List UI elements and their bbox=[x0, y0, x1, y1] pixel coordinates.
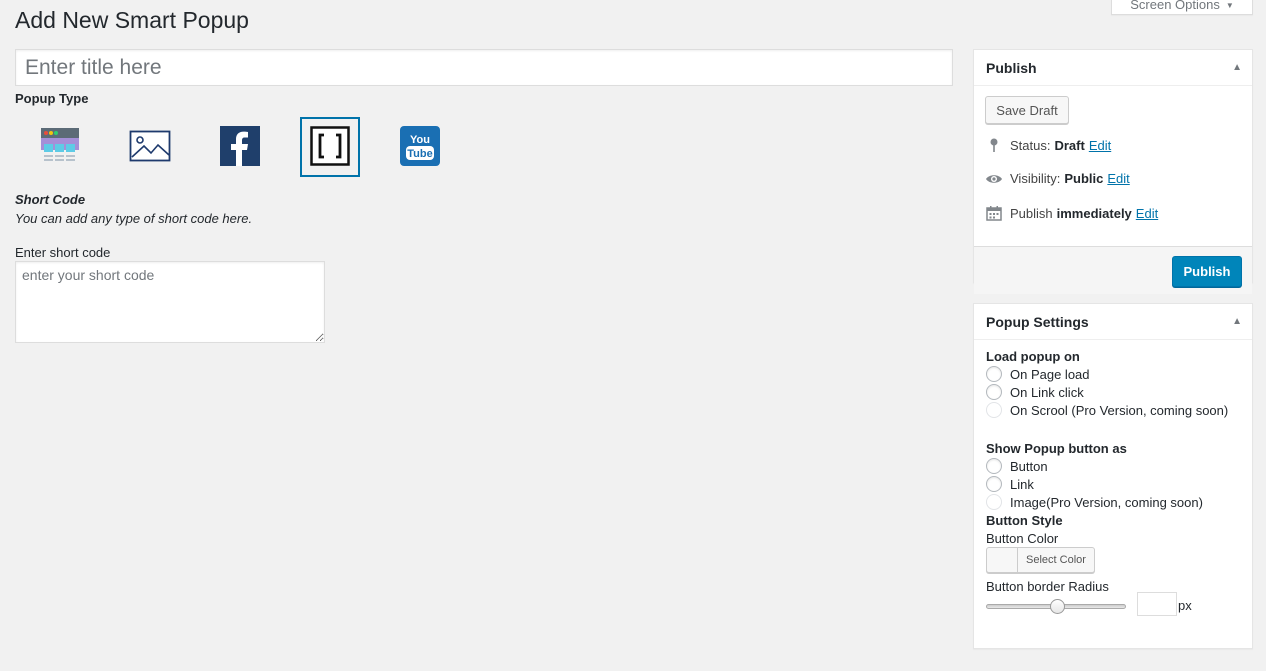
screen-options-label: Screen Options bbox=[1130, 0, 1220, 12]
visibility-row: Visibility: Public Edit bbox=[984, 171, 1130, 186]
button-style-label: Button Style bbox=[986, 513, 1063, 528]
visibility-value: Public bbox=[1064, 171, 1104, 186]
shortcode-brackets-icon bbox=[310, 125, 350, 169]
eye-icon bbox=[984, 173, 1004, 185]
color-swatch bbox=[987, 548, 1018, 572]
edit-status-link[interactable]: Edit bbox=[1089, 138, 1111, 153]
radio-button[interactable] bbox=[986, 384, 1002, 400]
publish-timing-label: Publish bbox=[1010, 205, 1053, 221]
slider-handle[interactable] bbox=[1050, 599, 1065, 614]
load-popup-label: Load popup on bbox=[986, 349, 1080, 364]
popup-type-html[interactable] bbox=[30, 117, 90, 177]
radio-button-disabled bbox=[986, 402, 1002, 418]
visibility-label: Visibility: bbox=[1010, 171, 1061, 186]
radio-label: On Page load bbox=[1010, 366, 1090, 382]
svg-text:Tube: Tube bbox=[407, 148, 432, 160]
show-popup-label: Show Popup button as bbox=[986, 441, 1127, 456]
collapse-toggle-icon[interactable]: ▲ bbox=[1232, 50, 1242, 86]
publish-timing-value: immediately bbox=[1056, 205, 1132, 221]
radio-button[interactable] bbox=[986, 458, 1002, 474]
popup-type-facebook[interactable] bbox=[210, 117, 270, 177]
show-option-image: Image(Pro Version, coming soon) bbox=[986, 494, 1203, 510]
pin-icon bbox=[984, 137, 1004, 153]
shortcode-textarea[interactable] bbox=[15, 261, 325, 343]
calendar-icon bbox=[984, 205, 1004, 221]
load-option-page-load[interactable]: On Page load bbox=[986, 366, 1090, 382]
edit-visibility-link[interactable]: Edit bbox=[1107, 171, 1129, 186]
show-option-button[interactable]: Button bbox=[986, 458, 1048, 474]
publish-button[interactable]: Publish bbox=[1172, 256, 1242, 287]
radio-button[interactable] bbox=[986, 476, 1002, 492]
image-icon bbox=[129, 129, 171, 166]
edit-schedule-link[interactable]: Edit bbox=[1136, 206, 1158, 221]
save-draft-button[interactable]: Save Draft bbox=[985, 96, 1069, 124]
publish-box: Publish ▲ Save Draft Status: Draft Edit … bbox=[973, 49, 1253, 294]
shortcode-description: You can add any type of short code here. bbox=[15, 211, 253, 226]
shortcode-field-label: Enter short code bbox=[15, 245, 111, 260]
publish-box-header[interactable]: Publish ▲ bbox=[974, 50, 1252, 86]
svg-text:You: You bbox=[410, 134, 430, 146]
popup-type-image[interactable] bbox=[120, 117, 180, 177]
border-radius-label: Button border Radius bbox=[986, 579, 1109, 594]
popup-settings-title: Popup Settings bbox=[986, 314, 1089, 330]
status-label: Status: bbox=[1010, 137, 1051, 153]
popup-settings-box: Popup Settings ▲ Load popup on On Page l… bbox=[973, 303, 1253, 649]
border-radius-input[interactable] bbox=[1137, 592, 1177, 616]
status-value: Draft bbox=[1054, 137, 1085, 153]
radio-label: Image(Pro Version, coming soon) bbox=[1010, 494, 1203, 510]
button-color-label: Button Color bbox=[986, 531, 1059, 546]
layout-icon bbox=[40, 126, 80, 169]
screen-options-button[interactable]: Screen Options ▼ bbox=[1111, 0, 1253, 15]
schedule-row: Publish immediately Edit bbox=[984, 205, 1158, 221]
border-radius-slider[interactable] bbox=[986, 599, 1126, 614]
page-title: Add New Smart Popup bbox=[15, 7, 249, 33]
status-row: Status: Draft Edit bbox=[984, 137, 1111, 153]
select-color-label: Select Color bbox=[1026, 554, 1086, 566]
radio-label: On Link click bbox=[1010, 384, 1084, 400]
radio-button-disabled bbox=[986, 494, 1002, 510]
caret-down-icon: ▼ bbox=[1225, 1, 1234, 10]
popup-type-youtube[interactable]: You Tube bbox=[390, 117, 450, 177]
show-option-link[interactable]: Link bbox=[986, 476, 1034, 492]
title-input[interactable] bbox=[15, 49, 953, 86]
youtube-icon: You Tube bbox=[400, 125, 440, 169]
radio-label: On Scrool (Pro Version, coming soon) bbox=[1010, 402, 1229, 418]
popup-settings-header[interactable]: Popup Settings ▲ bbox=[974, 304, 1252, 340]
publish-box-title: Publish bbox=[986, 60, 1037, 76]
radio-label: Button bbox=[1010, 458, 1048, 474]
load-option-scroll: On Scrool (Pro Version, coming soon) bbox=[986, 402, 1228, 418]
popup-type-shortcode[interactable] bbox=[300, 117, 360, 177]
publish-actions: Publish bbox=[974, 246, 1252, 294]
radio-button[interactable] bbox=[986, 366, 1002, 382]
collapse-toggle-icon[interactable]: ▲ bbox=[1232, 304, 1242, 340]
popup-type-label: Popup Type bbox=[15, 91, 89, 106]
radio-label: Link bbox=[1010, 476, 1034, 492]
shortcode-heading: Short Code bbox=[15, 192, 86, 207]
load-option-link-click[interactable]: On Link click bbox=[986, 384, 1084, 400]
px-unit-label: px bbox=[1178, 598, 1192, 613]
color-picker-button[interactable]: Select Color bbox=[986, 547, 1095, 573]
facebook-icon bbox=[220, 125, 260, 169]
